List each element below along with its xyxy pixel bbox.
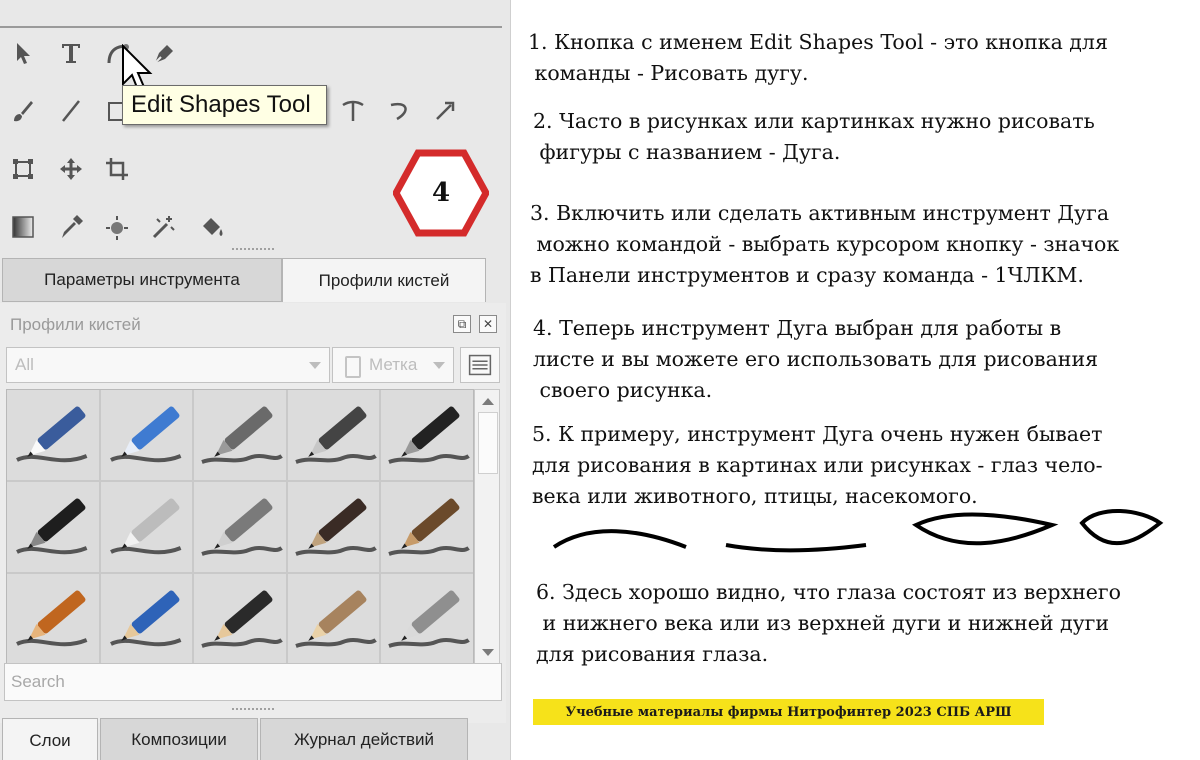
tool-panel: Edit Shapes Tool 4 Параметры инструмента… (0, 0, 511, 760)
tab-brush-profiles[interactable]: Профили кистей (282, 258, 486, 302)
text-path-icon[interactable] (336, 94, 370, 128)
magic-wand-icon[interactable] (146, 210, 180, 244)
brush-dark-brush[interactable] (287, 482, 380, 572)
arc-examples (552, 509, 1164, 553)
brush-blue-pencil[interactable] (100, 574, 193, 664)
brush-dark-pencil[interactable] (194, 574, 286, 664)
section-title: Профили кистей (10, 315, 141, 334)
brush-orange-brush[interactable] (7, 574, 99, 664)
brush-icon[interactable] (6, 94, 40, 128)
tab-history[interactable]: Журнал действий (260, 718, 468, 760)
tag-icon (345, 356, 361, 378)
brush-profiles-panel: Профили кистей ⧉ ✕ All Метка Search (0, 303, 506, 723)
scroll-up-icon[interactable] (482, 398, 494, 405)
note-5: 5. К примеру, инструмент Дуга очень нуже… (532, 422, 1103, 508)
list-icon (468, 354, 492, 376)
curve-icon[interactable] (382, 94, 416, 128)
brush-ink-pen-airbrush[interactable] (287, 390, 380, 480)
brush-black-marker-2[interactable] (7, 482, 99, 572)
note-6: 6. Здесь хорошо видно, что глаза состоят… (536, 580, 1121, 666)
brush-soft-eraser[interactable] (194, 390, 286, 480)
note-4: 4. Теперь инструмент Дуга выбран для раб… (533, 316, 1099, 402)
brush-silver-pen[interactable] (381, 574, 473, 664)
close-icon[interactable]: ✕ (479, 315, 497, 333)
brush-black-marker[interactable] (381, 390, 473, 480)
brush-wood-pencil[interactable] (287, 574, 380, 664)
move-icon[interactable] (54, 152, 88, 186)
tooltip: Edit Shapes Tool (122, 85, 327, 125)
brush-white-pencil[interactable] (100, 482, 193, 572)
fill-bucket-icon[interactable] (194, 210, 228, 244)
tab-compositions[interactable]: Композиции (100, 718, 258, 760)
footer-banner: Учебные материалы фирмы Нитрофинтер 2023… (533, 699, 1044, 725)
eyedropper-icon[interactable] (54, 210, 88, 244)
resize-grip[interactable] (232, 708, 274, 712)
eye-shape-round (1079, 509, 1164, 546)
upper-arc-shape (552, 529, 687, 549)
resize-grip[interactable] (232, 248, 274, 252)
tab-layers[interactable]: Слои (2, 718, 98, 760)
brush-filter-select[interactable]: All (6, 347, 330, 383)
transform-icon[interactable] (6, 152, 40, 186)
note-3: 3. Включить или сделать активным инструм… (530, 201, 1120, 287)
search-placeholder: Search (11, 672, 65, 691)
list-view-button[interactable] (460, 347, 500, 383)
note-2: 2. Часто в рисунках или картинках нужно … (533, 109, 1095, 164)
text-icon[interactable] (54, 36, 88, 70)
chevron-down-icon (433, 362, 445, 369)
tag-value: Метка (369, 355, 418, 374)
brush-scrollbar[interactable] (474, 389, 500, 665)
note-1: 1. Кнопка с именем Edit Shapes Tool - эт… (528, 30, 1108, 85)
brush-eraser[interactable] (7, 390, 99, 480)
brush-grey-pencil[interactable] (194, 482, 286, 572)
brush-wooden-brush[interactable] (381, 482, 473, 572)
search-input[interactable]: Search (4, 663, 502, 701)
brush-blue-eraser[interactable] (100, 390, 193, 480)
eye-shape-wide (911, 512, 1059, 546)
panel-top-strip (0, 0, 502, 28)
bottom-tabs: Слои Композиции Журнал действий (0, 718, 506, 760)
brush-filter-value: All (15, 355, 34, 374)
crop-icon[interactable] (100, 152, 134, 186)
lower-arc-shape (725, 543, 867, 553)
scroll-down-icon[interactable] (482, 649, 494, 656)
float-panel-icon[interactable]: ⧉ (453, 315, 471, 333)
arrow-brush-icon[interactable] (428, 94, 462, 128)
color-picker-icon[interactable] (100, 210, 134, 244)
gradient-icon[interactable] (6, 210, 40, 244)
tool-tabs: Параметры инструмента Профили кистей (0, 258, 502, 304)
tab-tool-params[interactable]: Параметры инструмента (2, 258, 282, 302)
select-arrow-icon[interactable] (6, 36, 40, 70)
badge-number: 4 (431, 178, 451, 208)
scroll-thumb[interactable] (478, 412, 498, 474)
chevron-down-icon (309, 362, 321, 369)
line-icon[interactable] (54, 94, 88, 128)
brush-grid (6, 389, 474, 665)
tag-select[interactable]: Метка (332, 347, 454, 383)
